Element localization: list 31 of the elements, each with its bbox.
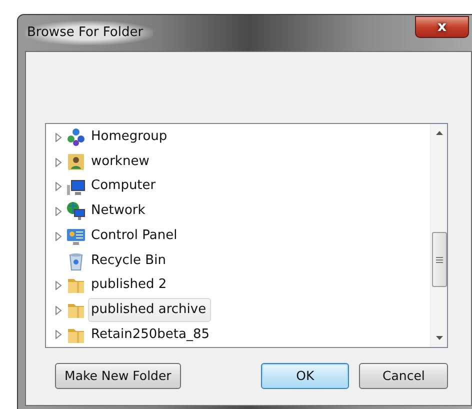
- user-folder-icon: [66, 152, 86, 172]
- tree-item[interactable]: Control Panel: [88, 224, 182, 248]
- expand-arrow-icon[interactable]: [54, 206, 63, 216]
- tree-item[interactable]: Homegroup: [88, 125, 172, 150]
- dialog-button[interactable]: OK: [260, 363, 350, 389]
- close-button[interactable]: x: [415, 16, 469, 38]
- expand-arrow-icon[interactable]: [54, 158, 63, 167]
- tree-item[interactable]: published archive: [88, 298, 212, 322]
- expand-arrow-icon[interactable]: [54, 306, 63, 315]
- tree-item[interactable]: worknew: [88, 150, 154, 174]
- tree-item[interactable]: published 2: [88, 273, 172, 298]
- tree-item[interactable]: Recycle Bin: [88, 248, 171, 274]
- control-panel-icon: [66, 226, 86, 246]
- tree-item[interactable]: Network: [88, 199, 150, 224]
- scrollbar[interactable]: [430, 124, 447, 347]
- tree-item[interactable]: Computer: [88, 174, 161, 199]
- homegroup-icon: [66, 127, 86, 148]
- dialog-button[interactable]: Make New Folder: [55, 363, 181, 389]
- grip-icon: [436, 256, 443, 262]
- dialog-button[interactable]: Cancel: [359, 363, 448, 389]
- tree-item[interactable]: Retain250beta_85: [88, 322, 215, 348]
- expand-arrow-icon[interactable]: [54, 132, 63, 142]
- scroll-thumb[interactable]: [432, 232, 447, 287]
- window-title: Browse For Folder: [25, 21, 154, 45]
- scroll-up-icon[interactable]: [436, 131, 442, 135]
- scroll-down-icon[interactable]: [436, 336, 442, 340]
- expand-arrow-icon[interactable]: [54, 280, 63, 290]
- expand-arrow-icon[interactable]: [54, 330, 63, 340]
- expand-arrow-icon[interactable]: [54, 232, 63, 241]
- network-icon: [66, 201, 86, 222]
- expand-arrow-icon[interactable]: [54, 182, 63, 192]
